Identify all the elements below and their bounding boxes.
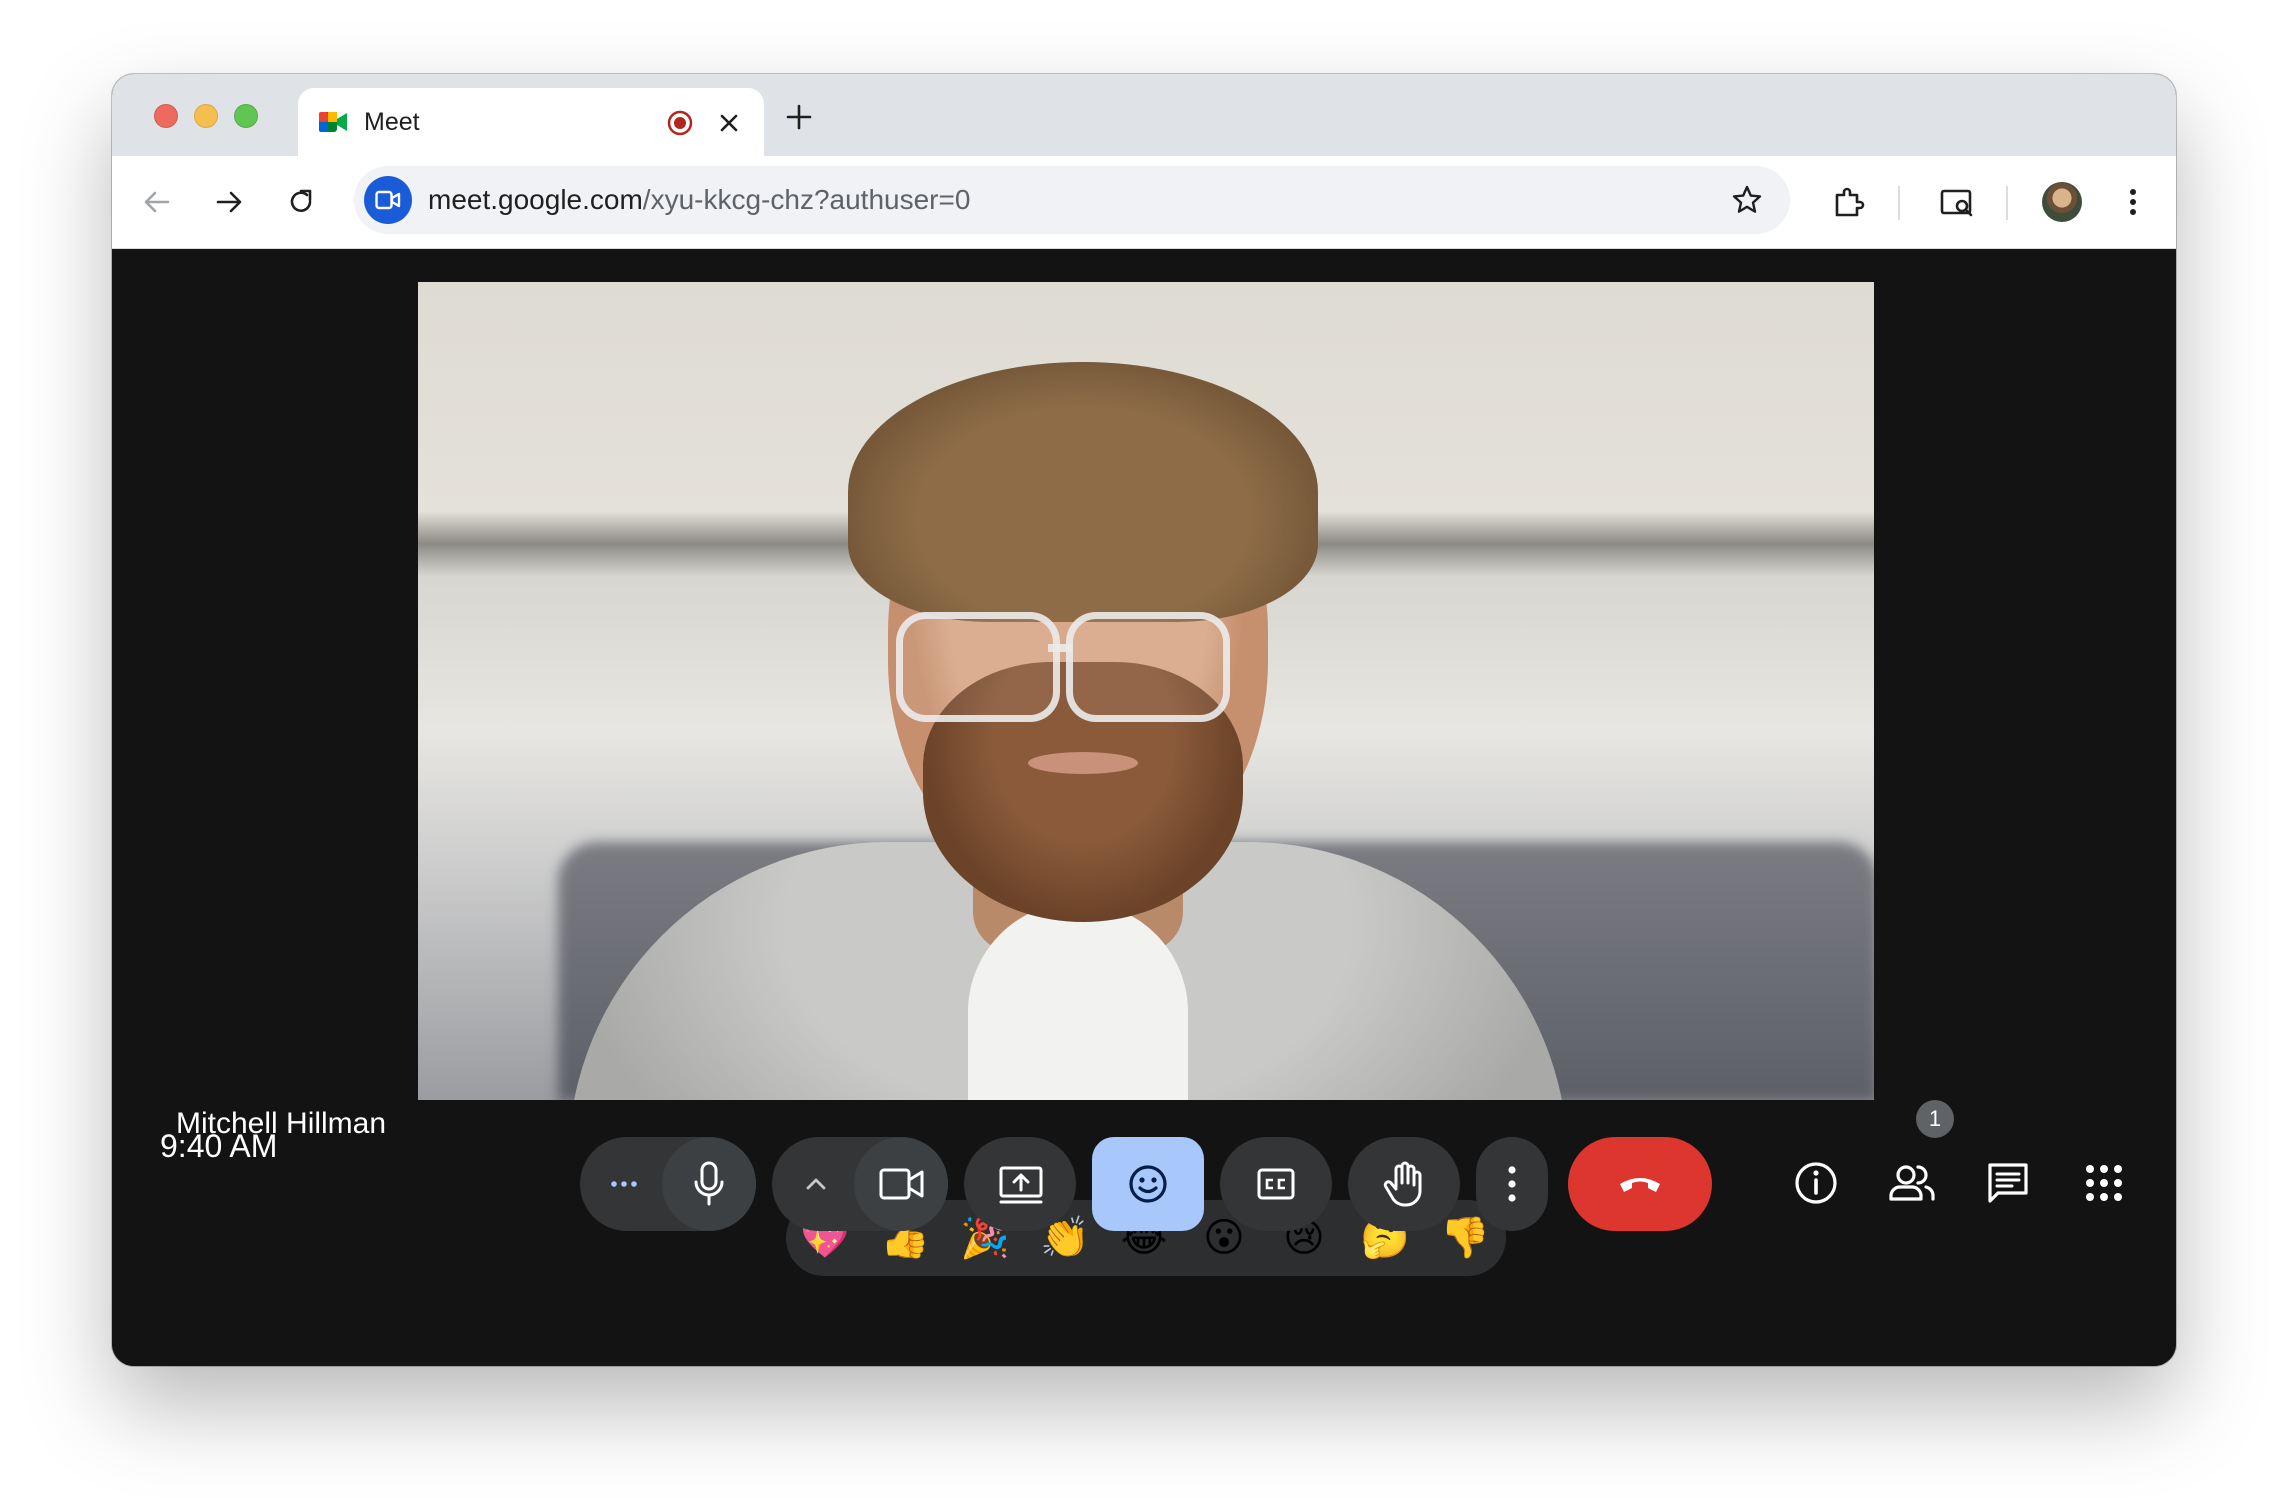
audio-controls — [580, 1137, 756, 1231]
tab-strip: Meet — [112, 74, 2176, 156]
profile-avatar[interactable] — [2042, 182, 2082, 222]
captions-button[interactable] — [1220, 1137, 1332, 1231]
present-screen-button[interactable] — [964, 1137, 1076, 1231]
more-vertical-icon — [1508, 1166, 1516, 1202]
video-person-mouth — [1028, 752, 1138, 774]
close-window-button[interactable] — [154, 104, 178, 128]
microphone-button[interactable] — [662, 1137, 756, 1231]
reload-icon[interactable] — [284, 185, 318, 219]
google-meet-icon — [319, 112, 347, 132]
new-tab-icon[interactable] — [784, 102, 814, 132]
meeting-details-icon[interactable] — [1790, 1157, 1842, 1209]
more-options-button[interactable] — [1476, 1137, 1548, 1231]
camera-button[interactable] — [854, 1137, 948, 1231]
video-controls — [772, 1137, 948, 1231]
reaction-thumbs-down[interactable]: 👎 — [1440, 1214, 1490, 1262]
hang-up-phone-icon — [1620, 1178, 1660, 1192]
site-info-button[interactable] — [364, 176, 412, 224]
chevron-up-icon[interactable] — [802, 1171, 830, 1197]
video-person-glasses-right — [1066, 612, 1230, 722]
video-camera-icon — [375, 190, 401, 210]
bookmark-star-icon[interactable] — [1730, 183, 1764, 217]
microphone-icon — [694, 1161, 724, 1206]
browser-window: Meet meet.google.com/xyu-kkcg-chz?authus… — [112, 74, 2176, 1366]
video-camera-icon — [879, 1168, 924, 1200]
people-count-badge: 1 — [1916, 1100, 1954, 1138]
back-arrow-icon[interactable] — [140, 185, 174, 219]
zoom-window-button[interactable] — [234, 104, 258, 128]
reactions-button[interactable] — [1092, 1137, 1204, 1231]
participant-video[interactable] — [418, 282, 1874, 1100]
toolbar-separator — [1898, 186, 1900, 220]
search-tab-icon[interactable] — [1938, 183, 1976, 221]
video-person-hair — [848, 362, 1318, 622]
url-host: meet.google.com — [428, 184, 643, 215]
toolbar-separator — [2006, 186, 2008, 220]
forward-arrow-icon[interactable] — [212, 185, 246, 219]
emoji-smile-icon — [1129, 1165, 1167, 1203]
video-person-glasses-bridge — [1048, 644, 1072, 652]
meeting-clock: 9:40 AM — [160, 1128, 278, 1164]
url-text: meet.google.com/xyu-kkcg-chz?authuser=0 — [428, 184, 970, 216]
present-screen-icon — [999, 1166, 1043, 1204]
more-options-icon[interactable] — [2114, 183, 2152, 221]
tab-meet[interactable]: Meet — [298, 88, 764, 156]
browser-toolbar: meet.google.com/xyu-kkcg-chz?authuser=0 — [112, 156, 2176, 249]
chat-icon[interactable] — [1982, 1157, 2034, 1209]
people-icon[interactable] — [1886, 1157, 1938, 1209]
close-tab-icon[interactable] — [716, 110, 742, 136]
activities-grid-icon[interactable] — [2078, 1157, 2130, 1209]
url-path: /xyu-kkcg-chz?authuser=0 — [642, 184, 971, 215]
leave-call-button[interactable] — [1568, 1137, 1712, 1231]
raise-hand-button[interactable] — [1348, 1137, 1460, 1231]
raise-hand-icon — [1383, 1161, 1422, 1207]
extensions-icon[interactable] — [1830, 183, 1868, 221]
address-bar[interactable]: meet.google.com/xyu-kkcg-chz?authuser=0 — [354, 166, 1790, 234]
video-person-glasses-left — [896, 612, 1060, 722]
tab-title: Meet — [364, 108, 420, 136]
minimize-window-button[interactable] — [194, 104, 218, 128]
closed-captions-icon — [1257, 1168, 1295, 1200]
audio-settings-icon[interactable] — [606, 1171, 642, 1197]
recording-indicator-icon — [667, 110, 693, 136]
